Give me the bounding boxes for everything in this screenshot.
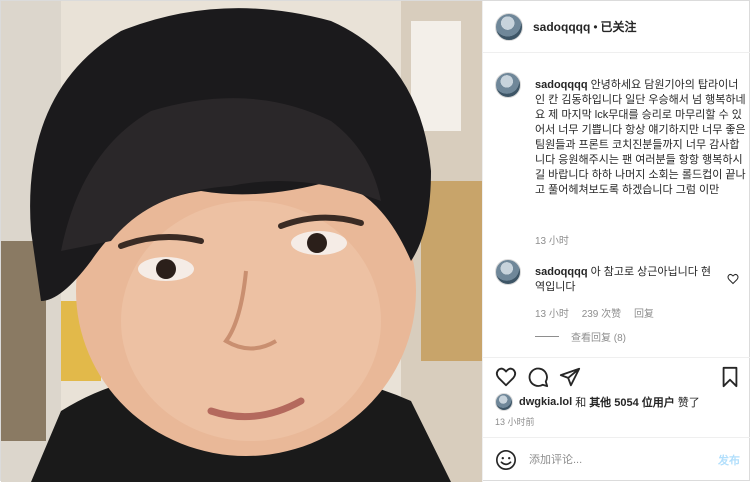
liker-avatar[interactable] [495,393,513,411]
post-comment-button[interactable]: 发布 [718,452,740,468]
reply-button[interactable]: 回复 [634,309,654,320]
comment-avatar[interactable] [495,259,521,285]
add-comment-bar: 发布 [483,437,750,482]
post-sidebar: sadoqqqq • 已关注 sadoqqqq 안녕하세요 담원기아의 탑라이너인… [482,1,750,482]
likes-summary: dwgkia.lol 和 其他 5054 位用户 赞了 [495,393,703,411]
liker-username[interactable]: dwgkia.lol [519,396,572,408]
comment-avatar[interactable] [495,72,521,98]
comment-icon[interactable] [527,366,549,388]
bookmark-icon[interactable] [719,366,741,388]
comment-meta: 13 小时 [535,232,579,247]
view-replies-button[interactable]: 查看回复 (8) [535,329,626,344]
reply-comment: sadoqqqq 아 참고로 상근아닙니다 현역입니다 13 小时 239 次赞 … [495,259,745,329]
post-photo[interactable] [1,1,482,482]
likes-suffix: 赞了 [677,397,700,409]
comment-username[interactable]: sadoqqqq [535,266,588,278]
likes-others[interactable]: 其他 5054 位用户 [589,394,675,410]
following-button[interactable]: 已关注 [601,18,637,35]
comment-username[interactable]: sadoqqqq [535,79,588,91]
caption-comment: sadoqqqq 안녕하세요 담원기아의 탑라이너인 칸 김동하입니다 일단 우승… [495,72,747,252]
comments-list: sadoqqqq 안녕하세요 담원기아의 탑라이너인 칸 김동하입니다 일단 우승… [483,54,750,357]
comment-time[interactable]: 13 小时 [535,309,569,320]
header-separator-dot: • [593,19,598,34]
likes-conjunction: 和 [575,397,587,409]
selfie-image [1,1,482,482]
comment-likes-count[interactable]: 239 次赞 [582,309,621,320]
view-replies-line [535,336,559,337]
post-dialog: sadoqqqq • 已关注 sadoqqqq 안녕하세요 담원기아의 탑라이너인… [0,0,750,482]
share-icon[interactable] [559,366,581,388]
comment-body: sadoqqqq 아 참고로 상근아닙니다 현역입니다 [535,265,715,295]
post-header: sadoqqqq • 已关注 [483,1,750,53]
comment-text: 안녕하세요 담원기아의 탑라이너인 칸 김동하입니다 일단 우승해서 넘 행복하… [535,79,746,196]
emoji-icon[interactable] [495,449,517,471]
author-avatar[interactable] [495,12,523,41]
action-bar [483,357,750,393]
heart-icon[interactable] [495,366,517,388]
comment-heart-icon[interactable] [727,273,739,285]
author-username[interactable]: sadoqqqq [533,20,590,34]
comment-input[interactable] [529,454,718,466]
comment-meta: 13 小时 239 次赞 回复 [535,305,664,320]
comment-body: sadoqqqq 안녕하세요 담원기아의 탑라이너인 칸 김동하입니다 일단 우승… [535,78,747,198]
comment-time[interactable]: 13 小时 [535,236,569,247]
post-timestamp[interactable]: 13 小时前 [495,415,535,428]
view-replies-label: 查看回复 (8) [571,333,626,344]
